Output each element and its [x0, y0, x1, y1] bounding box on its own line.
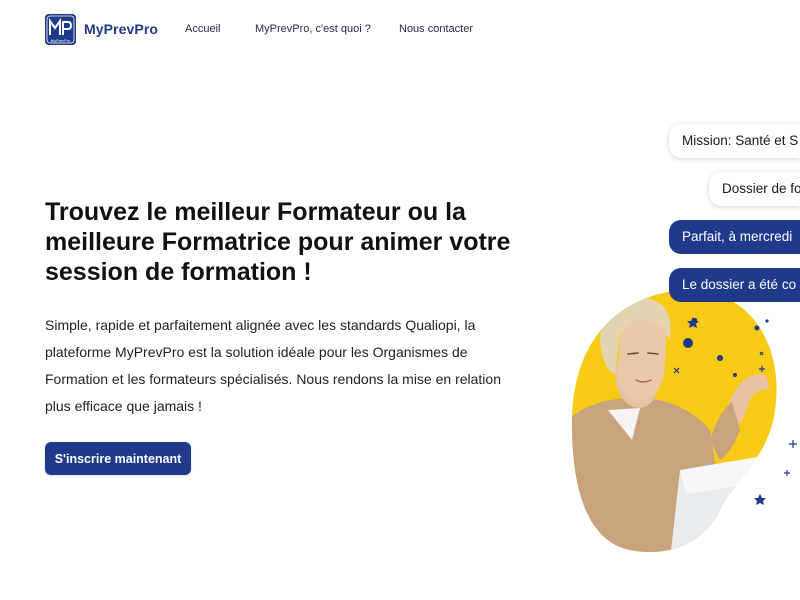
nav-link-accueil[interactable]: Accueil — [185, 23, 220, 35]
hero-description: Simple, rapide et parfaitement alignée a… — [45, 317, 501, 414]
chat-bubble-3: Parfait, à mercredi — [669, 220, 800, 254]
chat-bubble-1: Mission: Santé et S — [669, 124, 800, 158]
hero-illustration — [560, 280, 800, 560]
chat-bubble-4: Le dossier a été co — [669, 268, 800, 302]
hero-title: Trouvez le meilleur Formateur ou la meil… — [45, 198, 511, 286]
nav-link-about[interactable]: MyPrevPro, c'est quoi ? — [255, 23, 371, 35]
myprevpro-logo-icon[interactable]: MyPrevPro — [45, 14, 76, 45]
signup-button[interactable]: S'inscrire maintenant — [45, 442, 191, 475]
logo-subtext: MyPrevPro — [51, 38, 72, 43]
navbar: MyPrevPro MyPrevPro Accueil MyPrevPro, c… — [0, 0, 800, 60]
brand-name[interactable]: MyPrevPro — [84, 21, 158, 37]
chat-bubble-2: Dossier de fo — [709, 172, 800, 206]
nav-link-contact[interactable]: Nous contacter — [399, 23, 473, 35]
